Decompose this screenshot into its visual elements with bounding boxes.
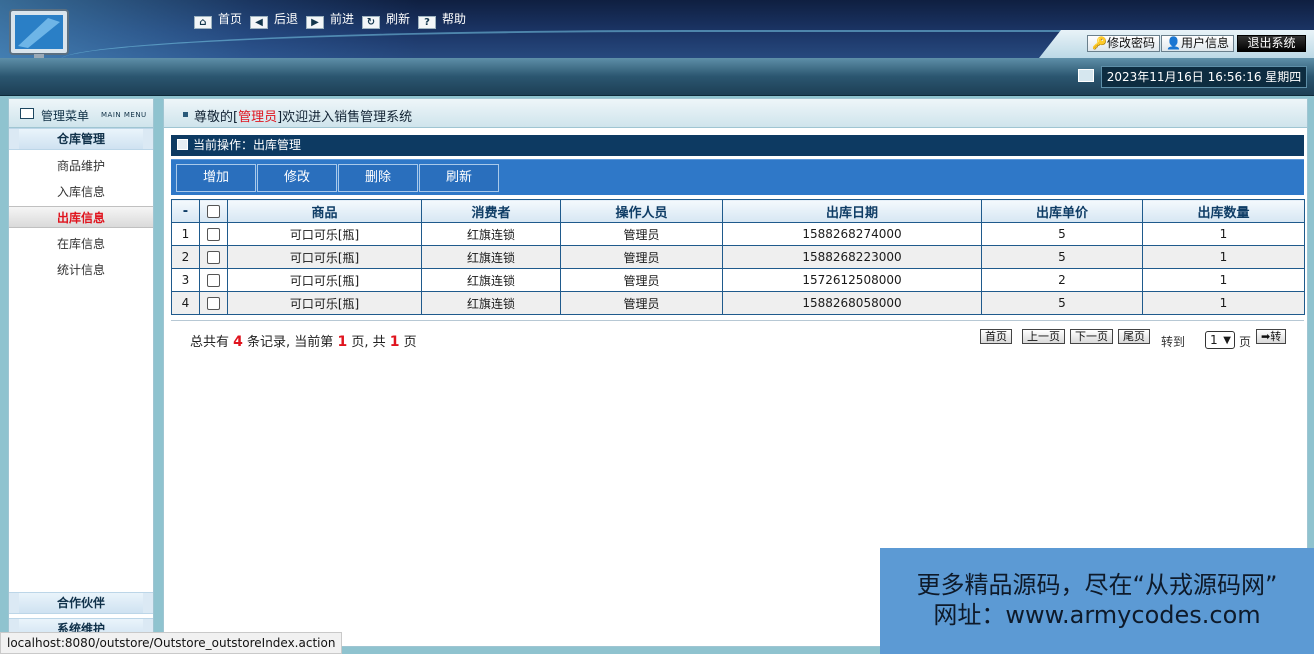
col-date[interactable]: 出库日期 <box>722 199 982 223</box>
col-select-all[interactable] <box>199 199 228 223</box>
row-checkbox[interactable] <box>207 228 220 241</box>
row-checkbox[interactable] <box>207 251 220 264</box>
browser-status-bar: localhost:8080/outstore/Outstore_outstor… <box>0 632 343 654</box>
go-page-button[interactable]: ➡转 <box>1256 329 1287 344</box>
menu-icon <box>20 108 34 119</box>
refresh-button[interactable]: 刷新 <box>419 164 499 192</box>
table-row[interactable]: 4 可口可乐[瓶] 红旗连锁 管理员 1588268058000 5 1 <box>171 291 1305 315</box>
prev-page-button[interactable]: 上一页 <box>1022 329 1065 344</box>
change-password-button[interactable]: 🔑修改密码 <box>1087 35 1160 52</box>
row-checkbox[interactable] <box>207 274 220 287</box>
last-page-button[interactable]: 尾页 <box>1118 329 1150 344</box>
nav-forward[interactable]: ▶ 前进 <box>306 11 354 29</box>
table-row[interactable]: 3 可口可乐[瓶] 红旗连锁 管理员 1572612508000 2 1 <box>171 268 1305 292</box>
select-all-checkbox[interactable] <box>207 204 220 218</box>
operation-path: 当前操作：出库管理 <box>171 135 1304 156</box>
chevron-down-icon: ▼ <box>1223 335 1231 346</box>
page-unit-label: 页 <box>1239 335 1252 349</box>
forward-arrow-icon: ▶ <box>306 16 324 29</box>
first-page-button[interactable]: 首页 <box>980 329 1012 344</box>
col-quantity[interactable]: 出库数量 <box>1142 199 1305 223</box>
bullet-icon <box>183 112 188 117</box>
sidebar: 仓库管理 商品维护 入库信息 出库信息 在库信息 统计信息 合作伙伴 系统维护 <box>8 127 154 647</box>
nav-back[interactable]: ◀ 后退 <box>250 11 298 29</box>
nav-refresh[interactable]: ↻ 刷新 <box>362 11 410 29</box>
add-button[interactable]: 增加 <box>176 164 256 192</box>
sidebar-item-inbound[interactable]: 入库信息 <box>9 181 153 203</box>
user-icon: 👤 <box>1166 36 1181 50</box>
refresh-icon: ↻ <box>362 16 380 29</box>
welcome-text: 尊敬的[管理员]欢迎进入销售管理系统 <box>194 110 413 125</box>
col-product[interactable]: 商品 <box>227 199 422 223</box>
sidebar-item-outbound[interactable]: 出库信息 <box>9 206 153 228</box>
sidebar-item-stock[interactable]: 在库信息 <box>9 233 153 255</box>
col-index: - <box>171 199 200 223</box>
next-page-button[interactable]: 下一页 <box>1070 329 1113 344</box>
datetime-display: 2023年11月16日 16:56:16 星期四 <box>1101 66 1307 88</box>
back-arrow-icon: ◀ <box>250 16 268 29</box>
sidebar-title: 管理菜单 <box>41 109 90 123</box>
table-header-row: - 商品 消费者 操作人员 出库日期 出库单价 出库数量 <box>171 199 1305 223</box>
home-icon: ⌂ <box>194 16 212 29</box>
col-operator[interactable]: 操作人员 <box>560 199 723 223</box>
table-row[interactable]: 1 可口可乐[瓶] 红旗连锁 管理员 1588268274000 5 1 <box>171 222 1305 246</box>
help-icon: ? <box>418 16 436 29</box>
sidebar-item-stats[interactable]: 统计信息 <box>9 259 153 281</box>
divider <box>171 320 1304 321</box>
col-price[interactable]: 出库单价 <box>981 199 1143 223</box>
col-customer[interactable]: 消费者 <box>421 199 561 223</box>
watermark-banner: 更多精品源码，尽在“从戎源码网” 网址：www.armycodes.com <box>880 548 1314 654</box>
table-row[interactable]: 2 可口可乐[瓶] 红旗连锁 管理员 1588268223000 5 1 <box>171 245 1305 269</box>
pager-summary: 总共有 4 条记录, 当前第 1 页, 共 1 页 <box>190 334 417 350</box>
sidebar-header: 管理菜单 MAIN MENU <box>8 98 154 127</box>
row-checkbox[interactable] <box>207 297 220 310</box>
welcome-bar: 尊敬的[管理员]欢迎进入销售管理系统 <box>163 98 1308 127</box>
logout-button[interactable]: 退出系统 <box>1237 35 1306 52</box>
total-pages: 1 <box>389 334 400 350</box>
outbound-table: - 商品 消费者 操作人员 出库日期 出库单价 出库数量 1 可口可乐[瓶] 红… <box>171 199 1305 315</box>
nav-help[interactable]: ? 帮助 <box>418 11 466 29</box>
delete-button[interactable]: 删除 <box>338 164 418 192</box>
sidebar-subtitle: MAIN MENU <box>101 111 147 119</box>
page-select[interactable]: 1 ▼ <box>1205 331 1235 349</box>
goto-label: 转到 <box>1161 335 1186 349</box>
play-icon <box>177 139 188 150</box>
toolbar: 增加 修改 删除 刷新 <box>171 159 1304 195</box>
nav-home[interactable]: ⌂ 首页 <box>194 11 242 29</box>
sidebar-item-product[interactable]: 商品维护 <box>9 155 153 177</box>
user-role: 管理员 <box>238 110 278 125</box>
total-records: 4 <box>233 334 243 350</box>
key-icon: 🔑 <box>1092 36 1107 50</box>
current-page: 1 <box>337 334 348 350</box>
watermark-line2: 网址：www.armycodes.com <box>933 601 1261 629</box>
sidebar-group-warehouse[interactable]: 仓库管理 <box>9 128 153 150</box>
edit-button[interactable]: 修改 <box>257 164 337 192</box>
user-info-button[interactable]: 👤用户信息 <box>1161 35 1234 52</box>
sidebar-group-partners[interactable]: 合作伙伴 <box>9 592 153 614</box>
screen-icon <box>1078 69 1094 82</box>
watermark-line1: 更多精品源码，尽在“从戎源码网” <box>916 571 1278 599</box>
